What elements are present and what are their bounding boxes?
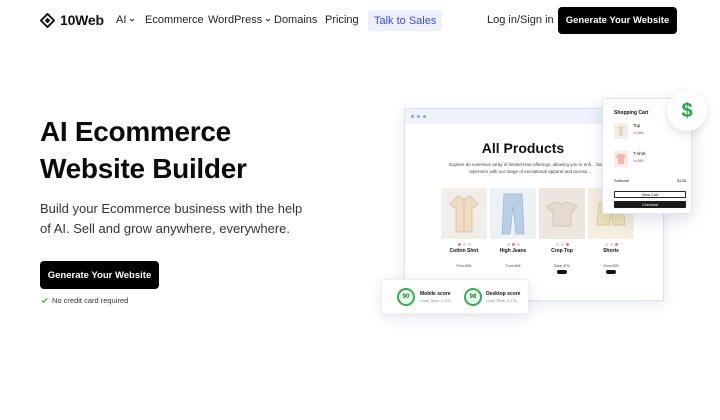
performance-score-card: 90 Mobile score Load Time: 2.17s 98 Desk… [381, 279, 529, 314]
product-price: From $49 [505, 264, 521, 268]
mobile-score-label: Mobile score [420, 291, 451, 297]
generate-website-button[interactable]: Generate Your Website [558, 7, 677, 34]
dollar-badge: $ [667, 91, 707, 131]
nav-item-ai[interactable]: AI [116, 14, 135, 26]
nav-item-label: Pricing [325, 14, 359, 26]
product-price: From $39 [456, 264, 472, 268]
page-title: AI Ecommerce Website Builder [40, 113, 320, 187]
window-dot-icon [423, 115, 426, 118]
title-line-1: AI Ecommerce [40, 116, 231, 147]
cart-item: T-shirt 1x $69 [614, 151, 686, 171]
title-line-2: Website Builder [40, 153, 247, 184]
product-image [490, 188, 536, 239]
check-icon [41, 297, 48, 304]
nav-item-label: Ecommerce [145, 14, 204, 26]
hero-subtitle: Build your Ecommerce business with the h… [40, 201, 303, 236]
dollar-icon: $ [681, 99, 693, 122]
logo[interactable]: 10Web [40, 12, 104, 28]
cart-item-meta: 1x $46 [633, 131, 644, 135]
products-heading: All Products [481, 140, 565, 156]
cart-subtotal: Subtotal $138 [614, 178, 686, 183]
nav-item-wordpress[interactable]: WordPress [208, 14, 271, 26]
product-card: Crop Top Save 47% [539, 188, 585, 274]
cart-title: Shopping Cart [614, 110, 649, 116]
nav-item-domains[interactable]: Domains [274, 14, 317, 26]
nav-item-ecommerce[interactable]: Ecommerce [145, 14, 204, 26]
window-dot-icon [417, 115, 420, 118]
login-link[interactable]: Log in/Sign in [487, 14, 554, 26]
product-name: Shorts [603, 248, 619, 254]
chevron-down-icon [265, 18, 271, 22]
nav-item-label: WordPress [208, 14, 263, 26]
window-dot-icon [411, 115, 414, 118]
hero-generate-website-button[interactable]: Generate Your Website [40, 261, 159, 289]
chevron-down-icon [130, 18, 135, 22]
shirt-icon [449, 195, 479, 232]
nav-item-label: AI [116, 14, 127, 26]
top-nav: 10Web AI Ecommerce WordPress Domains Pri… [0, 0, 720, 40]
product-name: Crop Top [551, 248, 573, 254]
jeans-icon [501, 193, 525, 234]
product-price: Save 47% [554, 264, 570, 268]
cart-item-meta: 1x $69 [633, 159, 644, 163]
product-image [441, 188, 487, 239]
cart-item-name: Top [633, 123, 641, 128]
subtotal-label: Subtotal [614, 178, 629, 183]
logo-text: 10Web [60, 12, 104, 28]
logo-icon [40, 12, 55, 28]
desktop-score-ring: 98 [464, 288, 482, 306]
nav-item-label: Domains [274, 14, 318, 26]
cart-item-thumb [614, 123, 628, 139]
tshirt-icon [616, 154, 626, 164]
checkout-button[interactable]: Checkout [614, 201, 686, 208]
add-button[interactable] [606, 270, 616, 274]
view-cart-button[interactable]: View Cart [614, 191, 686, 198]
no-credit-card-note: No credit card required [41, 296, 128, 305]
subtotal-value: $138 [677, 178, 686, 183]
top-icon [617, 126, 625, 136]
mobile-score-ring: 90 [397, 288, 415, 306]
product-card: High Jeans From $49 [490, 188, 536, 268]
products-description: Explore an extensive array of limited-ti… [449, 162, 611, 174]
product-card: Cotton Shirt From $39 [441, 188, 487, 268]
nav-item-pricing[interactable]: Pricing [325, 14, 359, 26]
cart-item-thumb [614, 151, 628, 167]
crop-top-icon [546, 201, 578, 226]
mobile-load-time: Load Time: 2.17s [420, 298, 451, 303]
note-text: No credit card required [52, 296, 129, 305]
product-name: High Jeans [499, 248, 527, 254]
product-name: Cotton Shirt [449, 248, 479, 254]
product-price: From $29 [603, 264, 619, 268]
product-image [539, 188, 585, 239]
cart-item-name: T-shirt [633, 151, 646, 156]
desktop-load-time: Load Time: 2.17s [486, 298, 517, 303]
desktop-score-label: Desktop score [486, 291, 521, 297]
talk-to-sales-button[interactable]: Talk to Sales [368, 10, 443, 31]
add-button[interactable] [557, 270, 567, 274]
